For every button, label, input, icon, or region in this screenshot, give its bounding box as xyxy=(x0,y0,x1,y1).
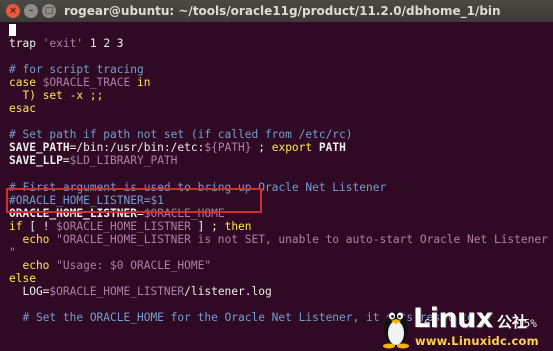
watermark-url: www.Linuxidc.com xyxy=(415,334,539,348)
terminal-content[interactable]: trap 'exit' 1 2 3 # for script tracing cas… xyxy=(0,22,553,351)
code-line: # Set path if path not set (if called fr… xyxy=(9,128,353,142)
code-line: # for script tracing xyxy=(9,63,144,77)
highlight-box xyxy=(6,188,262,213)
code-line: LOG=$ORACLE_HOME_LISTNER/listener.log xyxy=(9,284,272,298)
code-line: esac xyxy=(9,102,36,116)
code-line xyxy=(9,24,553,37)
code-line: if [ ! $ORACLE_HOME_LISTNER ] ; then xyxy=(9,219,252,233)
code-line: case $ORACLE_TRACE in xyxy=(9,76,151,90)
watermark-cn: 公社 xyxy=(497,313,528,331)
text-cursor xyxy=(9,24,16,36)
code-line: trap 'exit' 1 2 3 xyxy=(9,37,124,51)
maximize-button[interactable]: □ xyxy=(42,4,56,18)
close-button[interactable]: × xyxy=(6,4,20,18)
code-line: T) set -x ;; xyxy=(9,89,104,103)
code-line: echo "Usage: $0 ORACLE_HOME" xyxy=(9,258,212,272)
code-line: " xyxy=(9,245,16,259)
terminal-window: × – □ rogear@ubuntu: ~/tools/oracle11g/p… xyxy=(0,0,553,351)
code-line: SAVE_PATH=/bin:/usr/bin:/etc:${PATH} ; e… xyxy=(9,141,346,155)
window-controls: × – □ xyxy=(6,4,56,18)
minimize-button[interactable]: – xyxy=(24,4,38,18)
code-line: SAVE_LLP=$LD_LIBRARY_PATH xyxy=(9,154,178,168)
code-line: echo "ORACLE_HOME_LISTNER is not SET, un… xyxy=(9,232,548,246)
title-bar: × – □ rogear@ubuntu: ~/tools/oracle11g/p… xyxy=(0,0,553,22)
code-line: else xyxy=(9,271,36,285)
watermark: Linux 公社 www.Linuxidc.com xyxy=(379,303,549,349)
watermark-brand: Linux xyxy=(413,303,493,334)
window-title: rogear@ubuntu: ~/tools/oracle11g/product… xyxy=(64,4,501,18)
tux-penguin-icon xyxy=(383,312,409,349)
